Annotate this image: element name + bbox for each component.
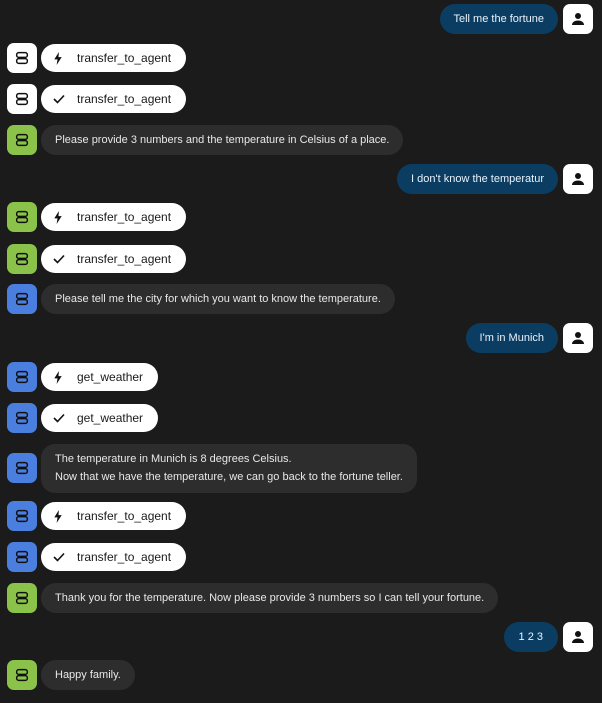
robot-icon — [14, 590, 30, 606]
function-response-row: get_weather — [0, 403, 602, 433]
agent-message: Happy family. — [41, 660, 135, 690]
person-icon — [569, 170, 587, 188]
function-response-label: transfer_to_agent — [77, 252, 172, 266]
agent-message-line: Now that we have the temperature, we can… — [55, 471, 403, 483]
user-avatar — [563, 164, 593, 194]
function-response-chip[interactable]: transfer_to_agent — [41, 245, 186, 273]
function-call-chip[interactable]: transfer_to_agent — [41, 203, 186, 231]
person-icon — [569, 329, 587, 347]
robot-icon — [14, 549, 30, 565]
user-message: Tell me the fortune — [439, 4, 558, 34]
person-icon — [569, 628, 587, 646]
user-message: 1 2 3 — [503, 622, 558, 652]
agent-avatar — [7, 202, 37, 232]
function-response-chip[interactable]: transfer_to_agent — [41, 543, 186, 571]
robot-icon — [14, 91, 30, 107]
function-call-chip[interactable]: get_weather — [41, 363, 158, 391]
robot-icon — [14, 251, 30, 267]
function-call-label: transfer_to_agent — [77, 509, 172, 523]
agent-avatar — [7, 244, 37, 274]
function-call-label: get_weather — [77, 370, 144, 384]
function-response-row: transfer_to_agent — [0, 244, 602, 274]
robot-icon — [14, 369, 30, 385]
user-avatar — [563, 4, 593, 34]
function-call-label: transfer_to_agent — [77, 51, 172, 65]
robot-icon — [14, 291, 30, 307]
agent-message: Thank you for the temperature. Now pleas… — [41, 583, 499, 613]
agent-message: Please provide 3 numbers and the tempera… — [41, 125, 404, 155]
user-message-row: 1 2 3 — [0, 622, 602, 652]
user-avatar — [563, 323, 593, 353]
agent-avatar — [7, 403, 37, 433]
function-response-label: transfer_to_agent — [77, 550, 172, 564]
function-response-label: get_weather — [77, 411, 144, 425]
function-response-row: transfer_to_agent — [0, 542, 602, 572]
function-response-chip[interactable]: transfer_to_agent — [41, 85, 186, 113]
person-icon — [569, 10, 587, 28]
agent-avatar — [7, 501, 37, 531]
function-call-row: get_weather — [0, 362, 602, 392]
agent-avatar — [7, 362, 37, 392]
user-message: I'm in Munich — [465, 323, 558, 353]
function-response-row: transfer_to_agent — [0, 84, 602, 114]
function-response-label: transfer_to_agent — [77, 92, 172, 106]
user-message-row: I'm in Munich — [0, 323, 602, 353]
agent-message: The temperature in Munich is 8 degrees C… — [41, 444, 417, 493]
robot-icon — [14, 209, 30, 225]
check-icon — [53, 254, 69, 264]
function-call-row: transfer_to_agent — [0, 43, 602, 73]
bolt-icon — [53, 509, 69, 523]
bolt-icon — [53, 370, 69, 384]
agent-avatar — [7, 43, 37, 73]
robot-icon — [14, 132, 30, 148]
user-avatar — [563, 622, 593, 652]
agent-message: Please tell me the city for which you wa… — [41, 284, 395, 314]
agent-avatar — [7, 84, 37, 114]
check-icon — [53, 552, 69, 562]
agent-message-row: Please provide 3 numbers and the tempera… — [0, 125, 602, 155]
user-message-row: I don't know the temperatur — [0, 164, 602, 194]
bolt-icon — [53, 51, 69, 65]
function-call-chip[interactable]: transfer_to_agent — [41, 44, 186, 72]
robot-icon — [14, 50, 30, 66]
agent-avatar — [7, 542, 37, 572]
robot-icon — [14, 508, 30, 524]
function-response-chip[interactable]: get_weather — [41, 404, 158, 432]
bolt-icon — [53, 210, 69, 224]
function-call-row: transfer_to_agent — [0, 202, 602, 232]
robot-icon — [14, 667, 30, 683]
agent-avatar — [7, 453, 37, 483]
agent-message-row: Please tell me the city for which you wa… — [0, 284, 602, 314]
agent-avatar — [7, 583, 37, 613]
robot-icon — [14, 460, 30, 476]
user-message: I don't know the temperatur — [397, 164, 558, 194]
agent-avatar — [7, 660, 37, 690]
function-call-label: transfer_to_agent — [77, 210, 172, 224]
agent-message-row: Happy family. — [0, 660, 602, 690]
user-message-row: Tell me the fortune — [0, 4, 602, 34]
agent-message-row: Thank you for the temperature. Now pleas… — [0, 583, 602, 613]
check-icon — [53, 94, 69, 104]
agent-avatar — [7, 125, 37, 155]
agent-message-line: The temperature in Munich is 8 degrees C… — [55, 453, 292, 465]
agent-avatar — [7, 284, 37, 314]
check-icon — [53, 413, 69, 423]
function-call-chip[interactable]: transfer_to_agent — [41, 502, 186, 530]
robot-icon — [14, 410, 30, 426]
agent-message-row: The temperature in Munich is 8 degrees C… — [0, 444, 602, 494]
function-call-row: transfer_to_agent — [0, 501, 602, 531]
